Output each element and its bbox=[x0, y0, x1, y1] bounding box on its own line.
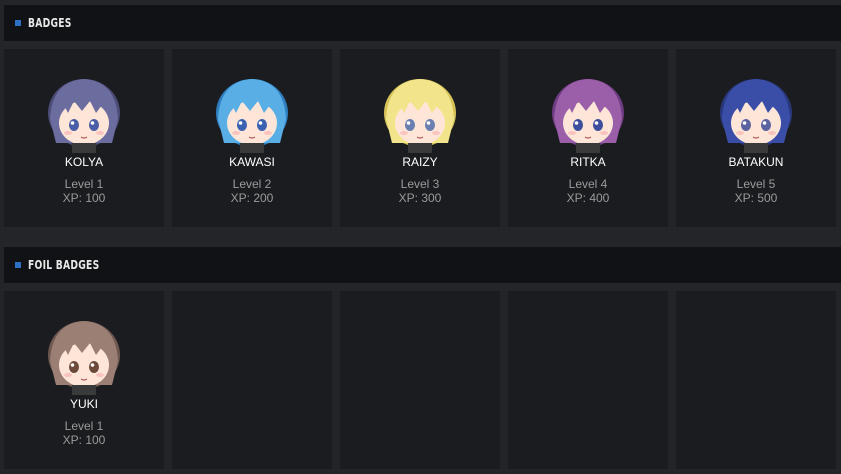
badge-xp: XP: 500 bbox=[734, 191, 778, 205]
badge-xp: XP: 300 bbox=[398, 191, 442, 205]
badge-card[interactable]: BATAKUN Level 5 XP: 500 bbox=[676, 49, 836, 227]
badge-card[interactable]: RAIZY Level 3 XP: 300 bbox=[340, 49, 500, 227]
foil-badge-avatar-image bbox=[48, 321, 120, 395]
badge-avatar-image bbox=[216, 79, 288, 153]
badge-level: Level 1 bbox=[64, 177, 104, 191]
badge-xp: XP: 100 bbox=[62, 433, 106, 447]
badges-section-title: BADGES bbox=[28, 16, 72, 30]
badge-name: RAIZY bbox=[402, 155, 438, 169]
badge-avatar-image bbox=[720, 79, 792, 153]
section-marker-icon bbox=[15, 20, 21, 26]
badge-name: BATAKUN bbox=[728, 155, 784, 169]
badge-avatar-image bbox=[552, 79, 624, 153]
badge-name: RITKA bbox=[570, 155, 606, 169]
badge-xp: XP: 400 bbox=[566, 191, 610, 205]
badge-level: Level 1 bbox=[64, 419, 104, 433]
empty-badge-slot bbox=[676, 291, 836, 469]
badge-xp: XP: 100 bbox=[62, 191, 106, 205]
badge-level: Level 2 bbox=[232, 177, 272, 191]
badge-card[interactable]: KOLYA Level 1 XP: 100 bbox=[4, 49, 164, 227]
empty-badge-slot bbox=[340, 291, 500, 469]
badges-section-header: BADGES bbox=[4, 5, 841, 41]
foil-badges-section-title: FOIL BADGES bbox=[28, 258, 100, 272]
foil-badges-section-header: FOIL BADGES bbox=[4, 247, 841, 283]
foil-badges-grid: YUKI Level 1 XP: 100 bbox=[4, 291, 841, 469]
empty-badge-slot bbox=[508, 291, 668, 469]
badge-name: YUKI bbox=[69, 397, 98, 411]
badge-card[interactable]: RITKA Level 4 XP: 400 bbox=[508, 49, 668, 227]
badge-level: Level 5 bbox=[736, 177, 776, 191]
foil-badge-card[interactable]: YUKI Level 1 XP: 100 bbox=[4, 291, 164, 469]
empty-badge-slot bbox=[172, 291, 332, 469]
badge-avatar-image bbox=[48, 79, 120, 153]
badges-grid: KOLYA Level 1 XP: 100 KAWASI Level 2 XP:… bbox=[4, 49, 841, 227]
badge-level: Level 3 bbox=[400, 177, 440, 191]
badge-name: KAWASI bbox=[229, 155, 275, 169]
badge-level: Level 4 bbox=[568, 177, 608, 191]
section-marker-icon bbox=[15, 262, 21, 268]
badge-xp: XP: 200 bbox=[230, 191, 274, 205]
badge-name: KOLYA bbox=[64, 155, 104, 169]
badge-card[interactable]: KAWASI Level 2 XP: 200 bbox=[172, 49, 332, 227]
badge-avatar-image bbox=[384, 79, 456, 153]
